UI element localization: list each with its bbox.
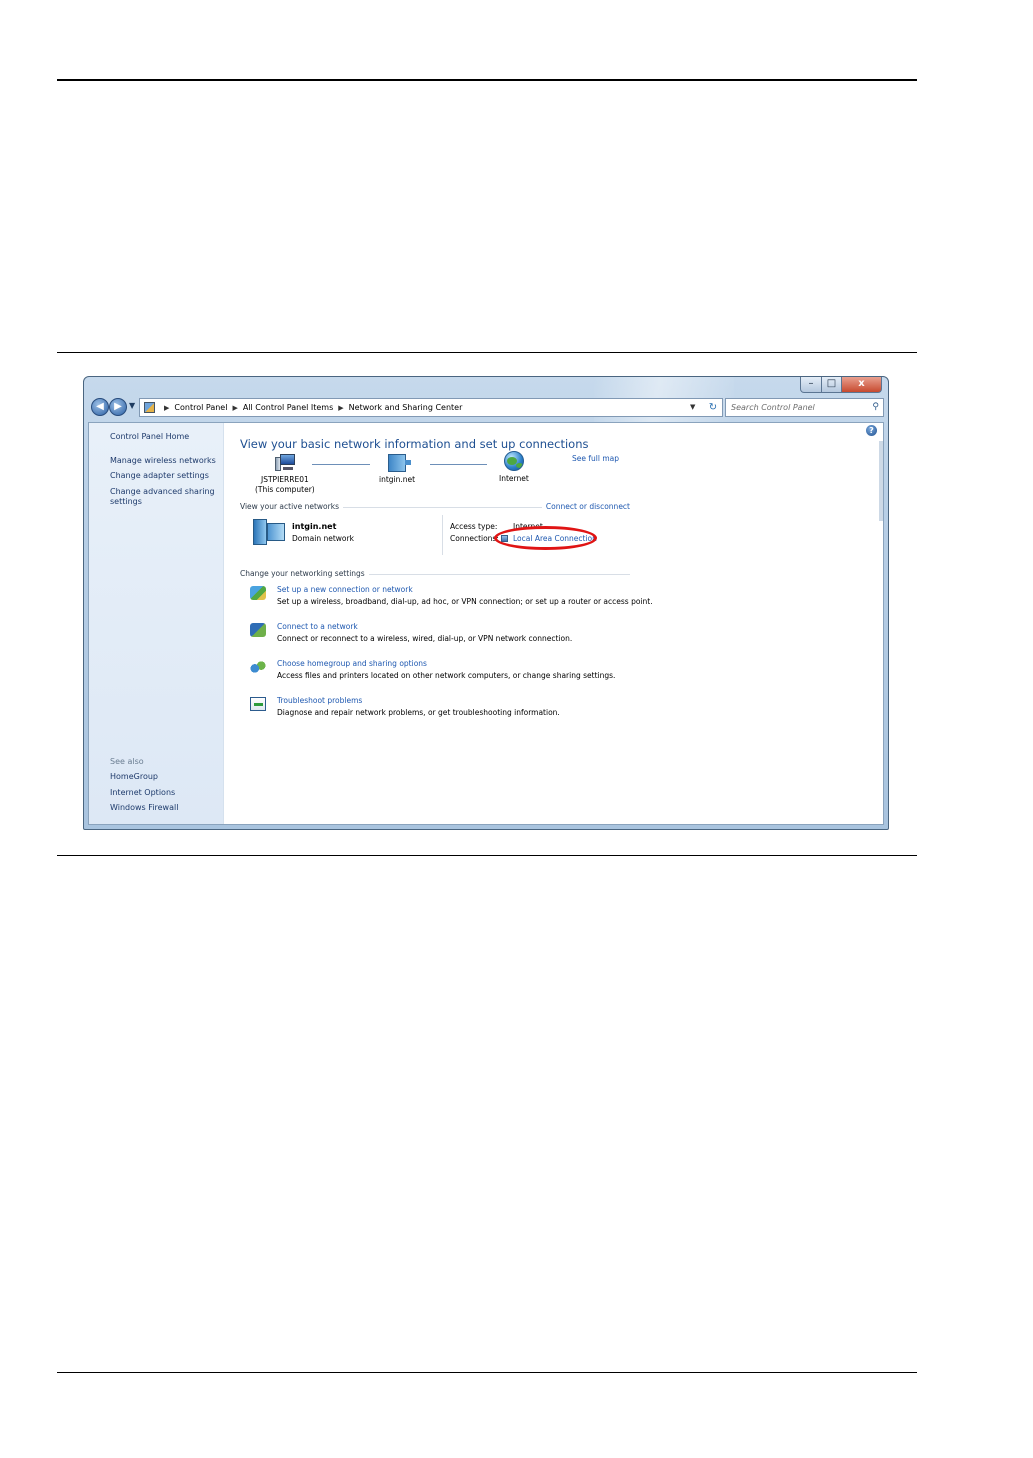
access-type-label: Access type: <box>450 522 498 531</box>
search-placeholder: Search Control Panel <box>731 403 815 412</box>
forward-icon[interactable]: ▶ <box>109 398 127 416</box>
task-connect-network-link[interactable]: Connect to a network <box>277 622 358 631</box>
page-rule-top <box>57 79 917 81</box>
see-also-windows-firewall[interactable]: Windows Firewall <box>110 803 178 813</box>
computer-name: JSTPIERRE01 <box>261 475 309 484</box>
network-divider <box>442 515 443 555</box>
homegroup-icon <box>250 660 266 674</box>
breadcrumb-separator-icon[interactable]: ▶ <box>164 404 169 412</box>
task-connect-network-desc: Connect or reconnect to a wireless, wire… <box>277 634 573 643</box>
task-troubleshoot-desc: Diagnose and repair network problems, or… <box>277 708 560 717</box>
main-panel: ? View your basic network information an… <box>225 423 883 824</box>
sidebar-change-advanced-sharing[interactable]: Change advanced sharing <box>110 487 215 497</box>
networking-settings-header: Change your networking settings <box>240 569 630 579</box>
network-sharing-center-window: – □ x ◀ ▶ ▼ ▶ Control Panel ▶ All Contro… <box>83 376 889 830</box>
new-connection-icon <box>250 586 266 600</box>
task-setup-connection-desc: Set up a wireless, broadband, dial-up, a… <box>277 597 653 606</box>
globe-icon <box>503 451 524 471</box>
active-networks-header: View your active networks Connect or dis… <box>240 502 630 512</box>
task-troubleshoot-link[interactable]: Troubleshoot problems <box>277 696 362 705</box>
map-node-this-computer[interactable]: JSTPIERRE01 (This computer) <box>255 454 315 495</box>
back-icon[interactable]: ◀ <box>91 398 109 416</box>
breadcrumb-network-sharing-center[interactable]: Network and Sharing Center <box>349 403 463 412</box>
map-network-name: intgin.net <box>379 475 416 484</box>
highlight-annotation-oval <box>494 526 597 550</box>
maximize-button[interactable]: □ <box>822 377 842 393</box>
active-network-name: intgin.net <box>292 522 337 531</box>
refresh-icon[interactable]: ↻ <box>704 398 723 417</box>
client-area: Control Panel Home Manage wireless netwo… <box>88 422 884 825</box>
control-panel-icon <box>144 402 155 413</box>
breadcrumb-all-items[interactable]: All Control Panel Items <box>243 403 333 412</box>
task-setup-connection-link[interactable]: Set up a new connection or network <box>277 585 413 594</box>
see-also-internet-options[interactable]: Internet Options <box>110 788 175 798</box>
minimize-button[interactable]: – <box>800 377 822 393</box>
breadcrumb-control-panel[interactable]: Control Panel <box>174 403 227 412</box>
active-networks-label: View your active networks <box>240 502 343 511</box>
domain-network-icon <box>253 519 285 545</box>
sidebar-manage-wireless[interactable]: Manage wireless networks <box>110 456 216 466</box>
see-full-map-link[interactable]: See full map <box>572 454 619 463</box>
connections-label: Connections: <box>450 534 499 543</box>
page-rule-footer <box>57 1372 917 1373</box>
see-also-label: See also <box>110 757 144 766</box>
search-icon[interactable]: ⚲ <box>872 402 879 412</box>
scrollbar[interactable] <box>879 441 883 521</box>
task-homegroup-desc: Access files and printers located on oth… <box>277 671 616 680</box>
recent-pages-icon[interactable]: ▼ <box>129 401 135 410</box>
active-network-category: Domain network <box>292 534 354 543</box>
address-dropdown-icon[interactable]: ▼ <box>690 403 695 411</box>
search-input[interactable]: Search Control Panel ⚲ <box>725 398 884 417</box>
see-also-homegroup[interactable]: HomeGroup <box>110 772 158 782</box>
network-icon <box>388 454 412 472</box>
caption-buttons: – □ x <box>800 377 882 393</box>
breadcrumb-separator-icon[interactable]: ▶ <box>338 404 343 412</box>
sidebar: Control Panel Home Manage wireless netwo… <box>89 423 224 824</box>
sidebar-control-panel-home[interactable]: Control Panel Home <box>110 432 189 442</box>
computer-icon <box>274 454 295 472</box>
connect-or-disconnect-link[interactable]: Connect or disconnect <box>541 502 630 511</box>
close-button[interactable]: x <box>842 377 882 393</box>
breadcrumb-separator-icon[interactable]: ▶ <box>232 404 237 412</box>
sidebar-change-advanced-sharing-cont[interactable]: settings <box>110 497 142 507</box>
map-node-internet[interactable]: Internet <box>499 451 529 484</box>
task-homegroup-link[interactable]: Choose homegroup and sharing options <box>277 659 427 668</box>
map-link-line <box>312 464 370 465</box>
map-link-line <box>430 464 487 465</box>
troubleshoot-icon <box>250 697 266 711</box>
address-bar[interactable]: ▶ Control Panel ▶ All Control Panel Item… <box>139 398 723 417</box>
map-internet-label: Internet <box>499 474 529 483</box>
page-rule-bottom <box>57 855 917 856</box>
computer-subtitle: (This computer) <box>255 485 315 494</box>
sidebar-change-adapter[interactable]: Change adapter settings <box>110 471 209 481</box>
networking-settings-label: Change your networking settings <box>240 569 369 578</box>
page-title: View your basic network information and … <box>240 437 589 451</box>
map-node-network[interactable]: intgin.net <box>379 454 415 485</box>
page-rule-middle <box>57 352 917 353</box>
connect-network-icon <box>250 623 266 637</box>
navigation-bar: ◀ ▶ ▼ ▶ Control Panel ▶ All Control Pane… <box>89 397 884 419</box>
help-icon[interactable]: ? <box>866 425 877 436</box>
